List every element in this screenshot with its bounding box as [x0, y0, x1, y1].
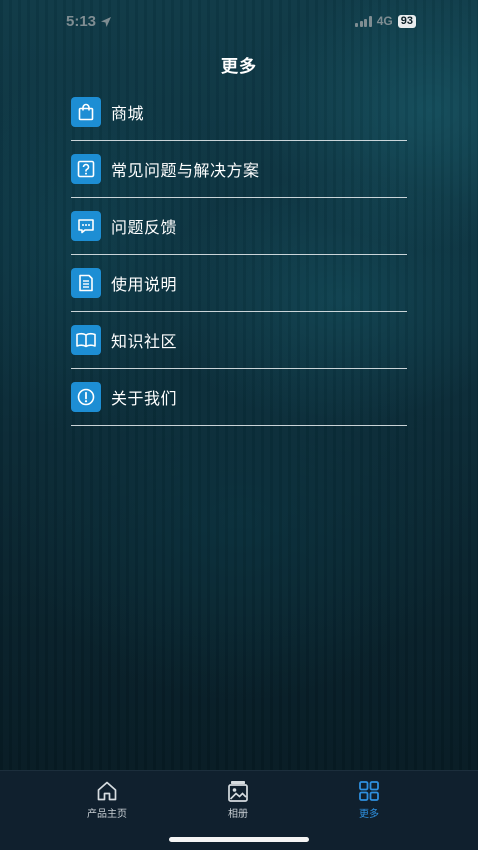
clock-text: 5:13: [66, 13, 97, 30]
menu-item-label: 使用说明: [111, 275, 178, 294]
menu-item-about[interactable]: 关于我们: [71, 369, 407, 426]
tab-product-home[interactable]: 产品主页: [47, 779, 167, 820]
status-time: 5:13: [66, 13, 112, 30]
cellular-signal-icon: [355, 15, 372, 27]
menu-item-feedback[interactable]: 问题反馈: [71, 198, 407, 255]
info-icon: [71, 382, 101, 412]
status-bar: 5:13 4G 93: [0, 0, 478, 46]
more-menu: 商城 常见问题与解决方案 问题反馈 使用说明 知识社区 关于我们: [71, 84, 407, 426]
menu-item-label: 常见问题与解决方案: [111, 161, 260, 180]
battery-level: 93: [397, 14, 416, 28]
tab-more[interactable]: 更多: [309, 779, 429, 820]
tab-label: 产品主页: [87, 809, 127, 820]
network-type: 4G: [376, 14, 393, 28]
home-indicator[interactable]: [169, 837, 309, 842]
menu-item-label: 问题反馈: [111, 218, 178, 237]
shopping-bag-icon: [71, 97, 101, 127]
bottom-tab-bar: 产品主页 相册 更多: [0, 770, 478, 850]
menu-item-label: 商城: [111, 104, 145, 123]
menu-item-label: 知识社区: [111, 332, 178, 351]
menu-item-label: 关于我们: [111, 389, 178, 408]
menu-item-community[interactable]: 知识社区: [71, 312, 407, 369]
tab-label: 更多: [359, 809, 379, 820]
book-icon: [71, 325, 101, 355]
menu-item-mall[interactable]: 商城: [71, 84, 407, 141]
status-indicators: 4G 93: [355, 14, 416, 28]
question-icon: [71, 154, 101, 184]
tab-label: 相册: [228, 809, 248, 820]
album-icon: [228, 781, 248, 802]
location-arrow-icon: [101, 16, 112, 27]
home-icon: [97, 781, 117, 801]
menu-item-manual[interactable]: 使用说明: [71, 255, 407, 312]
page-title: 更多: [221, 57, 257, 77]
document-icon: [71, 268, 101, 298]
grid-icon: [359, 781, 379, 801]
menu-item-faq[interactable]: 常见问题与解决方案: [71, 141, 407, 198]
chat-feedback-icon: [71, 211, 101, 241]
tab-album[interactable]: 相册: [178, 779, 298, 820]
